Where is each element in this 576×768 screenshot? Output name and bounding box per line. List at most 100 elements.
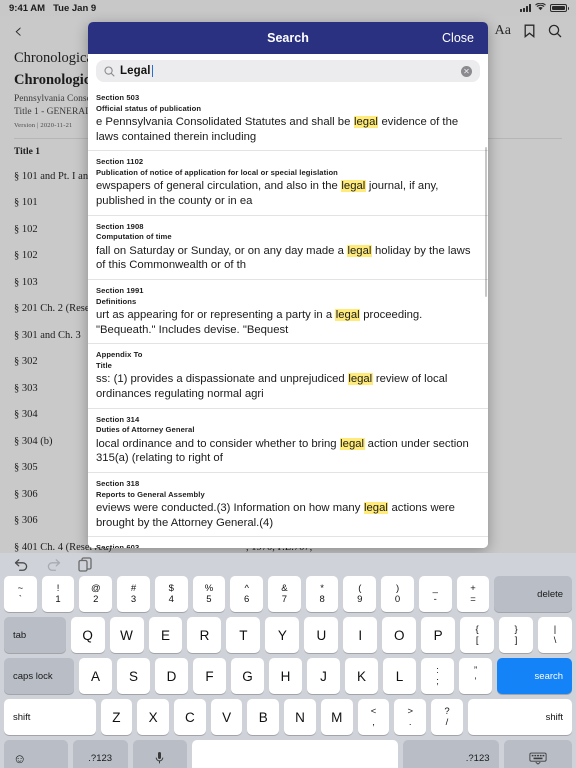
- key-t[interactable]: T: [226, 617, 261, 653]
- key-punct-1[interactable]: ”’: [459, 658, 493, 694]
- key-v[interactable]: V: [210, 699, 243, 735]
- bookmark-icon[interactable]: [524, 24, 535, 38]
- key-0[interactable]: ) 0: [381, 576, 414, 612]
- copy-paste-icon[interactable]: [78, 557, 92, 572]
- key-shift-right[interactable]: shift: [467, 699, 573, 735]
- key-tab[interactable]: tab: [4, 617, 66, 653]
- search-result-item[interactable]: Section 1991 Definitions urt as appearing …: [88, 280, 488, 345]
- key-numbers-right[interactable]: .?123: [402, 740, 499, 768]
- key-9[interactable]: (9: [343, 576, 377, 612]
- key-5[interactable]: % 5: [192, 576, 226, 612]
- key-=[interactable]: + =: [456, 576, 490, 612]
- text-size-icon[interactable]: Aa: [495, 23, 511, 39]
- key-q[interactable]: Q: [70, 617, 105, 653]
- key-bottom-label: `: [18, 593, 22, 605]
- status-indicators: [520, 2, 569, 14]
- key-i[interactable]: I: [343, 617, 378, 653]
- result-section: Appendix To: [96, 350, 143, 360]
- search-result-item[interactable]: Section 503 Official status of publicatio…: [88, 87, 488, 152]
- key-e[interactable]: E: [148, 617, 183, 653]
- key-7[interactable]: & 7: [268, 576, 301, 612]
- key-numbers-left[interactable]: .?123: [72, 740, 128, 768]
- undo-icon[interactable]: [14, 558, 29, 571]
- key-bottom-label: =: [470, 593, 476, 605]
- key-punct2-0[interactable]: <,: [357, 699, 390, 735]
- key-bracket-0[interactable]: {[: [460, 617, 495, 653]
- key-r[interactable]: R: [187, 617, 222, 653]
- snippet-pre: local ordinance and to consider whether …: [96, 437, 340, 450]
- keyboard-row-qwerty: tab Q W E R T Y U I O P{[}] | \: [2, 617, 574, 653]
- key--[interactable]: _ -: [418, 576, 452, 612]
- key-delete[interactable]: delete: [494, 576, 573, 612]
- key-2[interactable]: @2: [79, 576, 113, 612]
- key-top-label: $: [168, 582, 174, 594]
- key-u[interactable]: U: [304, 617, 339, 653]
- search-result-item[interactable]: Section 1102 Publication of notice of app…: [88, 151, 488, 216]
- key-punct2-2[interactable]: ? /: [431, 699, 463, 735]
- key-a[interactable]: A: [79, 658, 113, 694]
- result-title: Duties of Attorney General: [96, 425, 195, 435]
- key-4[interactable]: $4: [154, 576, 188, 612]
- key-1[interactable]: ! 1: [41, 576, 75, 612]
- keyboard-rows: ~ `! 1 @2 #3 $4% 5 ^ 6 & 7 * 8(9) 0 _ - + = delete tab Q W E R…: [0, 576, 576, 768]
- key-m[interactable]: M: [320, 699, 353, 735]
- search-results-list[interactable]: Section 503 Official status of publicatio…: [88, 87, 488, 548]
- key-punct2-1[interactable]: >.: [394, 699, 427, 735]
- search-result-item[interactable]: Section 1908 Computation of time fall on …: [88, 216, 488, 281]
- key-o[interactable]: O: [382, 617, 417, 653]
- key-caps-lock[interactable]: caps lock: [4, 658, 75, 694]
- search-result-item[interactable]: Section 314 Duties of Attorney General lo…: [88, 409, 488, 474]
- key-c[interactable]: C: [173, 699, 206, 735]
- key-space[interactable]: [192, 740, 398, 768]
- scrollbar[interactable]: [484, 147, 487, 297]
- key-d[interactable]: D: [155, 658, 189, 694]
- close-button[interactable]: Close: [442, 31, 474, 45]
- snippet-match: legal: [363, 502, 389, 515]
- key-z[interactable]: Z: [100, 699, 133, 735]
- search-result-item[interactable]: Section 603Definitionsy person, individu…: [88, 537, 488, 548]
- key-6[interactable]: ^ 6: [230, 576, 264, 612]
- key-bracket-1[interactable]: }]: [499, 617, 534, 653]
- key-k[interactable]: K: [345, 658, 379, 694]
- key-b[interactable]: B: [247, 699, 280, 735]
- key-n[interactable]: N: [284, 699, 316, 735]
- clear-circle-icon[interactable]: ✕: [461, 65, 472, 77]
- document-nav-icons: Aa: [495, 23, 562, 39]
- emoji-icon[interactable]: ☺: [4, 740, 68, 768]
- key-search[interactable]: search: [497, 658, 573, 694]
- search-input[interactable]: Legal ✕: [96, 60, 480, 82]
- dismiss-keyboard-icon[interactable]: [503, 740, 572, 768]
- key-w[interactable]: W: [109, 617, 144, 653]
- key-punct-0[interactable]: :;: [421, 658, 455, 694]
- key-h[interactable]: H: [269, 658, 303, 694]
- key-bracket-2[interactable]: | \: [538, 617, 573, 653]
- key-j[interactable]: J: [307, 658, 341, 694]
- wifi-icon: [535, 2, 546, 14]
- key-g[interactable]: G: [231, 658, 265, 694]
- snippet-pre: e Pennsylvania Consolidated Statutes and…: [96, 116, 354, 128]
- key-p[interactable]: P: [421, 617, 456, 653]
- key-shift-left[interactable]: shift: [4, 699, 96, 735]
- key-y[interactable]: Y: [265, 617, 300, 653]
- microphone-icon[interactable]: [132, 740, 188, 768]
- key-backtick[interactable]: ~ `: [4, 576, 37, 612]
- result-snippet: fall on Saturday or Sunday, or on any da…: [96, 244, 480, 273]
- result-snippet: eviews were conducted.(3) Information on…: [96, 501, 480, 530]
- key-3[interactable]: #3: [117, 576, 150, 612]
- on-screen-keyboard: ~ `! 1 @2 #3 $4% 5 ^ 6 & 7 * 8(9) 0 _ - + = delete tab Q W E R…: [0, 553, 576, 768]
- result-section: Section 503: [96, 93, 140, 102]
- search-result-item[interactable]: Appendix To Title ss: (1) provides a dispa…: [88, 344, 488, 409]
- key-l[interactable]: L: [383, 658, 417, 694]
- key-bottom-label: 9: [357, 593, 363, 605]
- key-s[interactable]: S: [117, 658, 151, 694]
- key-top-label: :: [436, 664, 439, 676]
- search-icon[interactable]: [548, 24, 562, 38]
- redo-icon[interactable]: [46, 558, 61, 571]
- search-icon: [104, 65, 115, 77]
- key-bottom-label: 0: [394, 593, 401, 605]
- back-chevron-icon[interactable]: ‹: [14, 20, 22, 42]
- search-result-item[interactable]: Section 318 Reports to General Assembly ev…: [88, 473, 488, 538]
- key-f[interactable]: F: [193, 658, 227, 694]
- key-x[interactable]: X: [137, 699, 169, 735]
- key-8[interactable]: * 8: [305, 576, 339, 612]
